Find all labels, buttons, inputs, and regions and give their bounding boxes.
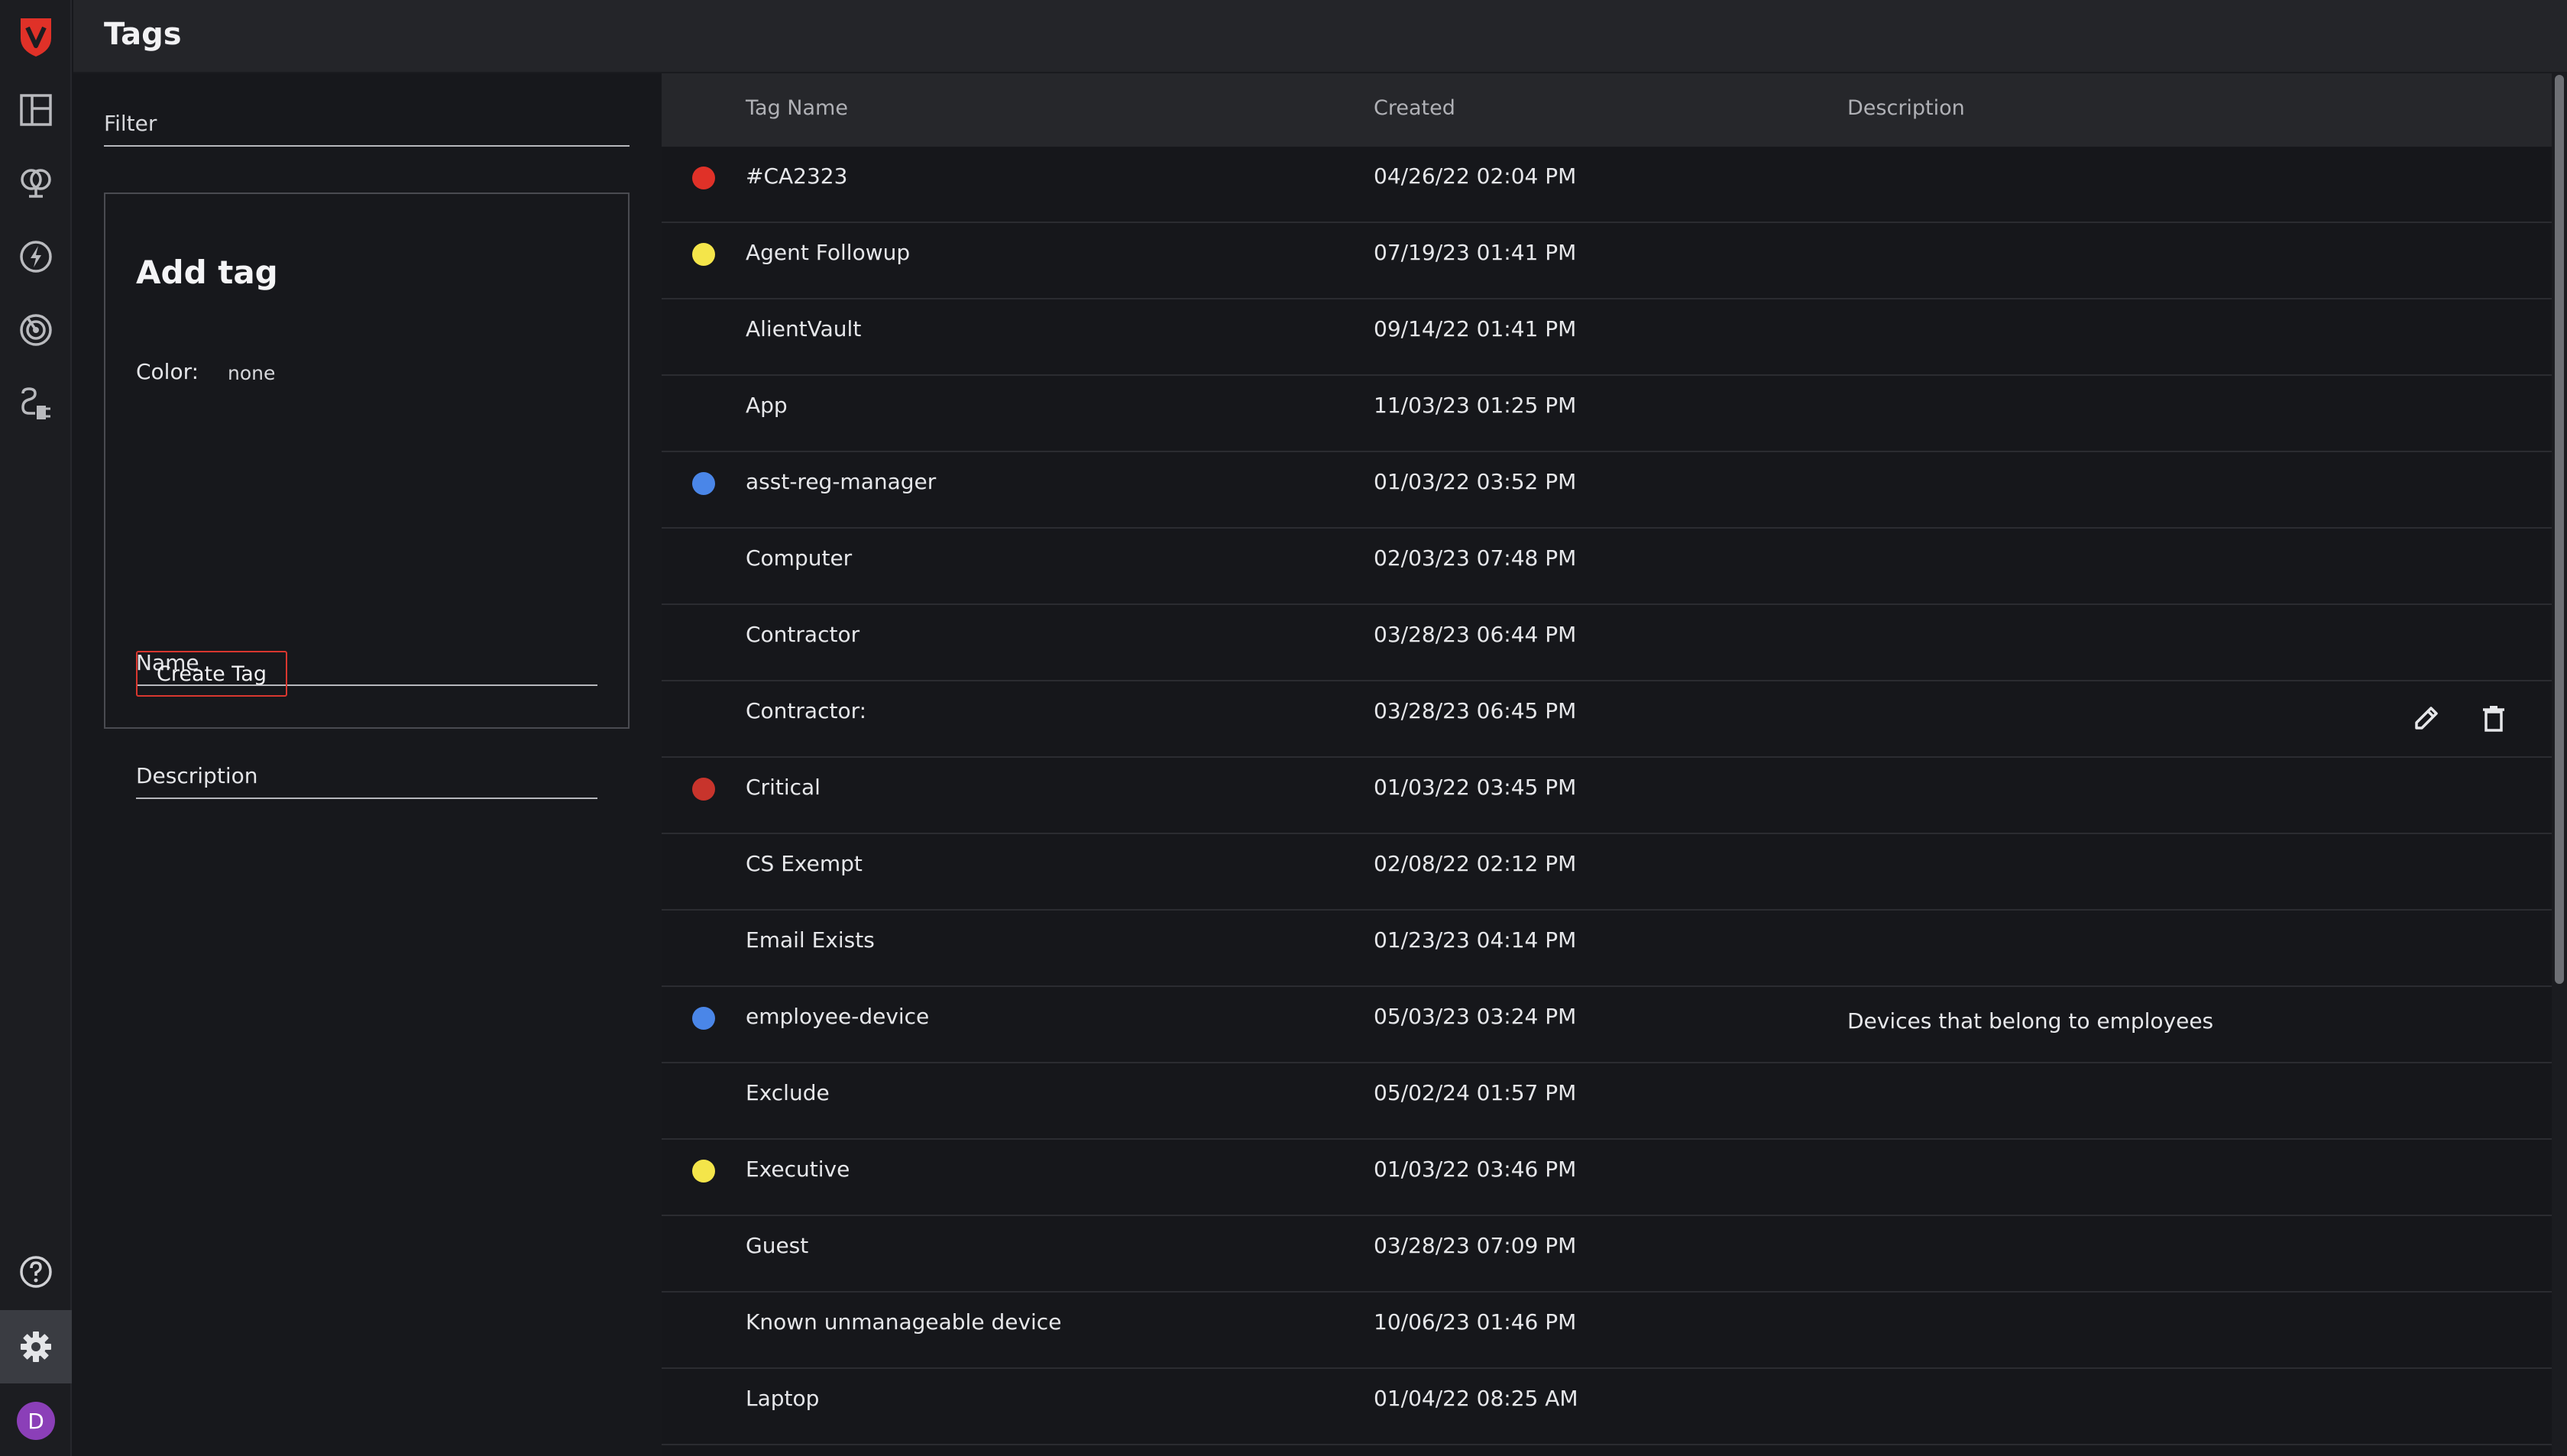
- tag-color-dot: [692, 1160, 715, 1183]
- tag-name-cell: Critical: [746, 775, 821, 800]
- table-row[interactable]: employee-device 05/03/23 03:24 PM Devices …: [662, 987, 2552, 1063]
- table-row[interactable]: Known unmanageable device 10/06/23 01:46 …: [662, 1293, 2552, 1369]
- table-row[interactable]: Laptop 01/04/22 08:25 AM: [662, 1369, 2552, 1445]
- tag-name-cell: Contractor: [746, 622, 860, 647]
- events-icon[interactable]: [0, 220, 72, 293]
- tag-name-cell: Known unmanageable device: [746, 1309, 1062, 1335]
- created-cell: 02/03/23 07:48 PM: [1374, 545, 1577, 571]
- tag-color-dot: [692, 1007, 715, 1030]
- tag-name-cell: Contractor:: [746, 698, 867, 723]
- tag-color-dot: [692, 778, 715, 801]
- table-row[interactable]: Guest 03/28/23 07:09 PM: [662, 1216, 2552, 1293]
- tag-color-dot: [692, 243, 715, 266]
- color-label: Color:: [136, 359, 199, 384]
- column-header-description[interactable]: Description: [1847, 96, 1965, 120]
- tag-name-cell: Executive: [746, 1157, 850, 1182]
- page-header: Tags: [73, 0, 2567, 73]
- integrations-icon[interactable]: [0, 367, 72, 440]
- tag-name-cell: asst-reg-manager: [746, 469, 937, 494]
- created-cell: 09/14/22 01:41 PM: [1374, 316, 1577, 341]
- description-cell: Devices that belong to employees: [1847, 1008, 2214, 1034]
- created-cell: 05/03/23 03:24 PM: [1374, 1004, 1577, 1029]
- created-cell: 03/28/23 06:44 PM: [1374, 622, 1577, 647]
- tag-color-dot: [692, 472, 715, 495]
- description-input[interactable]: [136, 753, 597, 798]
- tag-color-dot: [692, 167, 715, 189]
- table-row[interactable]: Critical 01/03/22 03:45 PM: [662, 758, 2552, 834]
- tag-name-cell: AlientVault: [746, 316, 862, 341]
- table-row[interactable]: Contractor: 03/28/23 06:45 PM: [662, 681, 2552, 758]
- brand-logo-icon[interactable]: [16, 15, 56, 58]
- created-cell: 01/03/22 03:52 PM: [1374, 469, 1577, 494]
- created-cell: 02/08/22 02:12 PM: [1374, 851, 1577, 876]
- filter-input[interactable]: [104, 101, 630, 145]
- column-header-tag-name[interactable]: Tag Name: [746, 96, 848, 120]
- help-icon[interactable]: [0, 1235, 72, 1309]
- filter-field[interactable]: [104, 101, 630, 147]
- created-cell: 11/03/23 01:25 PM: [1374, 393, 1577, 418]
- created-cell: 01/23/23 04:14 PM: [1374, 927, 1577, 953]
- created-cell: 01/03/22 03:46 PM: [1374, 1157, 1577, 1182]
- table-row[interactable]: Agent Followup 07/19/23 01:41 PM: [662, 223, 2552, 299]
- table-row[interactable]: AlientVault 09/14/22 01:41 PM: [662, 299, 2552, 376]
- table-row[interactable]: Email Exists 01/23/23 04:14 PM: [662, 911, 2552, 987]
- created-cell: 07/19/23 01:41 PM: [1374, 240, 1577, 265]
- page-title: Tags: [104, 17, 182, 52]
- user-avatar[interactable]: D: [17, 1402, 55, 1440]
- radar-icon[interactable]: [0, 293, 72, 367]
- add-tag-title: Add tag: [136, 254, 278, 291]
- tag-name-cell: Email Exists: [746, 927, 875, 953]
- created-cell: 04/26/22 02:04 PM: [1374, 163, 1577, 189]
- color-picker-value[interactable]: none: [228, 362, 275, 384]
- table-scrollbar-thumb[interactable]: [2555, 75, 2564, 984]
- tag-name-cell: Agent Followup: [746, 240, 911, 265]
- description-field[interactable]: [136, 753, 597, 799]
- created-cell: 03/28/23 07:09 PM: [1374, 1233, 1577, 1258]
- create-tag-button[interactable]: Create Tag: [136, 651, 287, 697]
- groups-icon[interactable]: [0, 147, 72, 220]
- tags-table: Tag Name Created Description #CA2323 04/2…: [662, 73, 2552, 1456]
- tag-name-cell: App: [746, 393, 788, 418]
- tag-name-cell: Computer: [746, 545, 853, 571]
- created-cell: 03/28/23 06:45 PM: [1374, 698, 1577, 723]
- created-cell: 10/06/23 01:46 PM: [1374, 1309, 1577, 1335]
- table-row[interactable]: Executive 01/03/22 03:46 PM: [662, 1140, 2552, 1216]
- created-cell: 01/03/22 03:45 PM: [1374, 775, 1577, 800]
- edit-icon[interactable]: [2408, 700, 2445, 736]
- tag-name-cell: Exclude: [746, 1080, 830, 1105]
- column-header-created[interactable]: Created: [1374, 96, 1455, 120]
- tag-name-cell: employee-device: [746, 1004, 930, 1029]
- tag-name-cell: Guest: [746, 1233, 809, 1258]
- created-cell: 05/02/24 01:57 PM: [1374, 1080, 1577, 1105]
- dashboard-icon[interactable]: [0, 73, 72, 147]
- left-nav-rail: D: [0, 0, 72, 1456]
- table-row[interactable]: Exclude 05/02/24 01:57 PM: [662, 1063, 2552, 1140]
- tag-name-cell: #CA2323: [746, 163, 848, 189]
- table-row[interactable]: #CA2323 04/26/22 02:04 PM: [662, 147, 2552, 223]
- created-cell: 01/04/22 08:25 AM: [1374, 1386, 1578, 1411]
- table-header: Tag Name Created Description: [662, 73, 2552, 147]
- delete-icon[interactable]: [2475, 700, 2512, 736]
- table-row[interactable]: asst-reg-manager 01/03/22 03:52 PM: [662, 452, 2552, 529]
- table-row[interactable]: App 11/03/23 01:25 PM: [662, 376, 2552, 452]
- table-row[interactable]: Contractor 03/28/23 06:44 PM: [662, 605, 2552, 681]
- settings-icon[interactable]: [0, 1310, 72, 1383]
- table-row[interactable]: CS Exempt 02/08/22 02:12 PM: [662, 834, 2552, 911]
- add-tag-card: Add tag Color: none Create Tag: [104, 193, 630, 799]
- tag-name-cell: CS Exempt: [746, 851, 863, 876]
- tag-name-cell: Laptop: [746, 1386, 820, 1411]
- table-row[interactable]: Computer 02/03/23 07:48 PM: [662, 529, 2552, 605]
